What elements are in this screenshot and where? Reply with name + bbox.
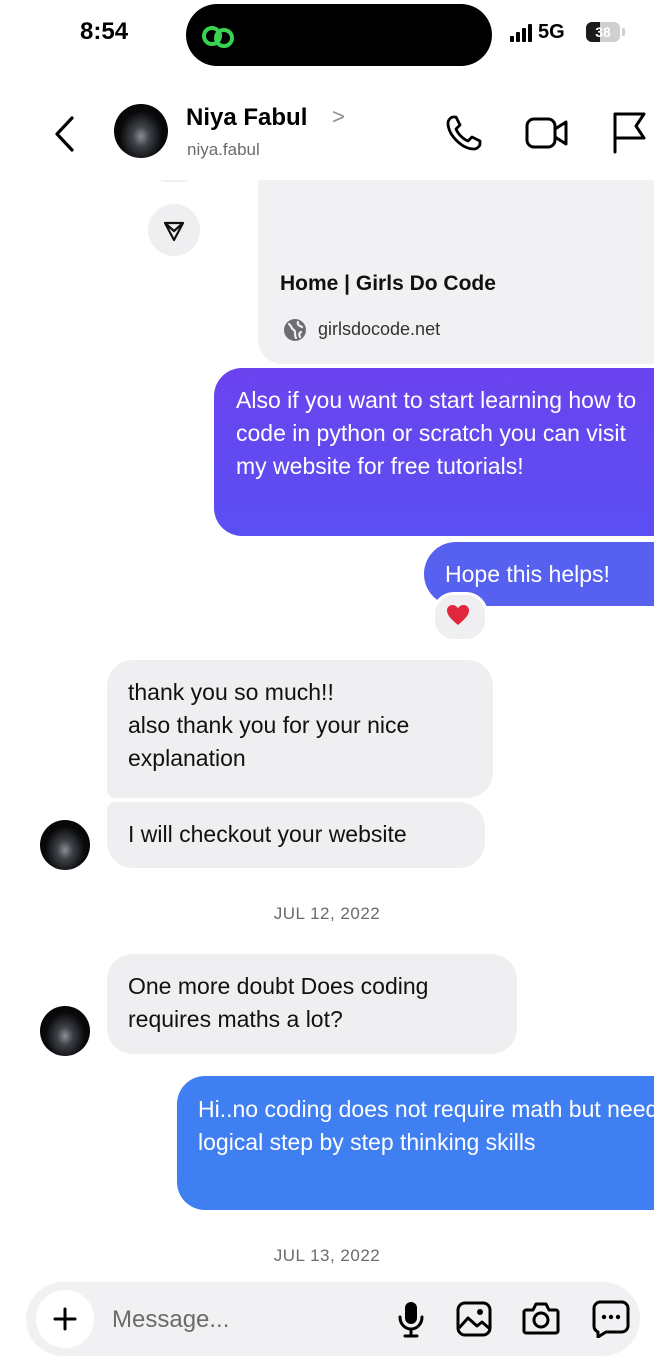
message-input[interactable]	[112, 1302, 382, 1338]
date-separator: JUL 12, 2022	[273, 904, 381, 923]
outgoing-message-bubble[interactable]: Hi..no coding does not require math but …	[177, 1076, 654, 1210]
heart-reaction-icon	[447, 605, 469, 625]
battery-percent: 38	[595, 24, 611, 40]
sticker-chat-icon[interactable]	[592, 1300, 630, 1338]
date-separator: JUL 13, 2022	[273, 1246, 381, 1265]
battery-cap	[622, 28, 625, 36]
camera-icon[interactable]	[522, 1300, 560, 1336]
contact-avatar[interactable]	[114, 104, 168, 158]
contact-name[interactable]: Niya Fabul	[186, 104, 307, 132]
threads-app-icon	[202, 26, 234, 48]
phone-icon[interactable]	[444, 113, 484, 153]
send-icon	[163, 221, 185, 242]
chevron-right-icon[interactable]: >	[332, 104, 345, 130]
network-type: 5G	[538, 21, 565, 43]
incoming-message-bubble[interactable]: One more doubt Does coding requires math…	[107, 954, 517, 1054]
message-text-line: thank you so much!!	[128, 679, 334, 705]
outgoing-message-bubble[interactable]: Also if you want to start learning how t…	[214, 368, 654, 536]
message-text-line: also thank you for your nice explanation	[128, 712, 410, 771]
incoming-message-bubble[interactable]: I will checkout your website	[107, 802, 485, 868]
gallery-icon[interactable]	[456, 1301, 492, 1337]
video-camera-icon[interactable]	[524, 115, 570, 151]
incoming-message-bubble[interactable]: thank you so much!! also thank you for y…	[107, 660, 493, 798]
link-card-domain: girlsdocode.net	[318, 319, 441, 339]
microphone-icon[interactable]	[396, 1300, 426, 1338]
sender-avatar[interactable]	[40, 820, 90, 870]
link-card-title: Home | Girls Do Code	[280, 272, 496, 295]
globe-icon	[284, 319, 306, 341]
back-arrow-icon[interactable]	[52, 114, 78, 154]
contact-username: niya.fabul	[187, 140, 260, 159]
sender-avatar[interactable]	[40, 1006, 90, 1056]
plus-icon	[53, 1307, 77, 1331]
flag-icon[interactable]	[610, 110, 648, 154]
cellular-signal-icon	[510, 24, 532, 42]
status-time: 8:54	[80, 18, 129, 45]
